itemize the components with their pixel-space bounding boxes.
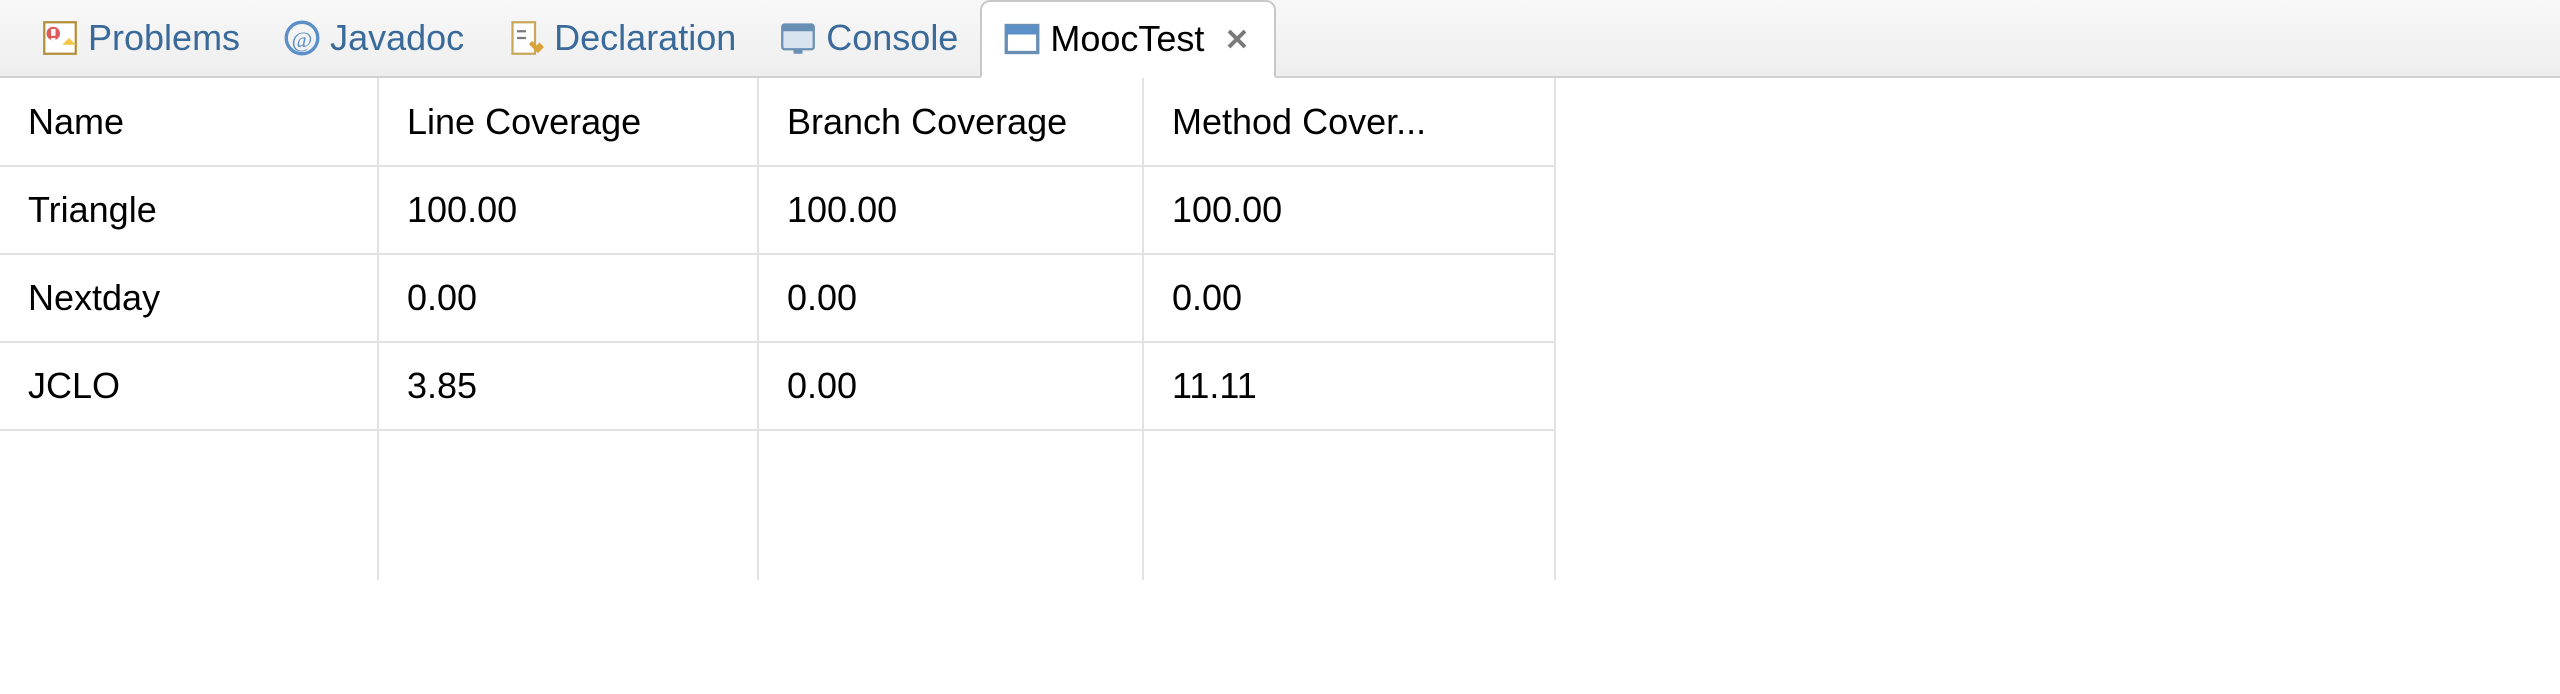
coverage-table: Name Line Coverage Branch Coverage Metho…	[0, 78, 1556, 580]
column-header-name[interactable]: Name	[0, 78, 378, 166]
tab-console[interactable]: Console	[758, 0, 980, 77]
tab-javadoc[interactable]: @ Javadoc	[262, 0, 486, 77]
tab-label: Javadoc	[330, 17, 464, 59]
close-icon[interactable]	[1222, 24, 1252, 54]
cell-line-coverage: 100.00	[378, 166, 758, 254]
table-header-row: Name Line Coverage Branch Coverage Metho…	[0, 78, 1555, 166]
cell-name: Nextday	[0, 254, 378, 342]
svg-text:@: @	[292, 27, 313, 52]
cell-method-coverage: 100.00	[1143, 166, 1555, 254]
cell-name: Triangle	[0, 166, 378, 254]
mooctest-icon	[1004, 21, 1040, 57]
tab-declaration[interactable]: Declaration	[486, 0, 758, 77]
tab-label: Declaration	[554, 17, 736, 59]
view-panel: Problems @ Javadoc Declaration	[0, 0, 2560, 694]
cell-branch-coverage: 0.00	[758, 342, 1143, 430]
cell-line-coverage: 0.00	[378, 254, 758, 342]
table-row[interactable]: Triangle 100.00 100.00 100.00	[0, 166, 1555, 254]
tab-bar: Problems @ Javadoc Declaration	[0, 0, 2560, 78]
table-empty-row	[0, 430, 1555, 580]
cell-method-coverage: 11.11	[1143, 342, 1555, 430]
tab-label: Console	[826, 17, 958, 59]
tab-mooctest[interactable]: MoocTest	[980, 0, 1276, 78]
cell-method-coverage: 0.00	[1143, 254, 1555, 342]
tab-label: MoocTest	[1050, 18, 1204, 60]
cell-line-coverage: 3.85	[378, 342, 758, 430]
column-header-line-coverage[interactable]: Line Coverage	[378, 78, 758, 166]
javadoc-icon: @	[284, 20, 320, 56]
cell-name: JCLO	[0, 342, 378, 430]
problems-icon	[42, 20, 78, 56]
tab-label: Problems	[88, 17, 240, 59]
column-header-branch-coverage[interactable]: Branch Coverage	[758, 78, 1143, 166]
tab-problems[interactable]: Problems	[20, 0, 262, 77]
table-row[interactable]: Nextday 0.00 0.00 0.00	[0, 254, 1555, 342]
declaration-icon	[508, 20, 544, 56]
cell-branch-coverage: 0.00	[758, 254, 1143, 342]
column-header-method-coverage[interactable]: Method Cover...	[1143, 78, 1555, 166]
coverage-table-container: Name Line Coverage Branch Coverage Metho…	[0, 78, 2560, 694]
console-icon	[780, 20, 816, 56]
table-row[interactable]: JCLO 3.85 0.00 11.11	[0, 342, 1555, 430]
cell-branch-coverage: 100.00	[758, 166, 1143, 254]
